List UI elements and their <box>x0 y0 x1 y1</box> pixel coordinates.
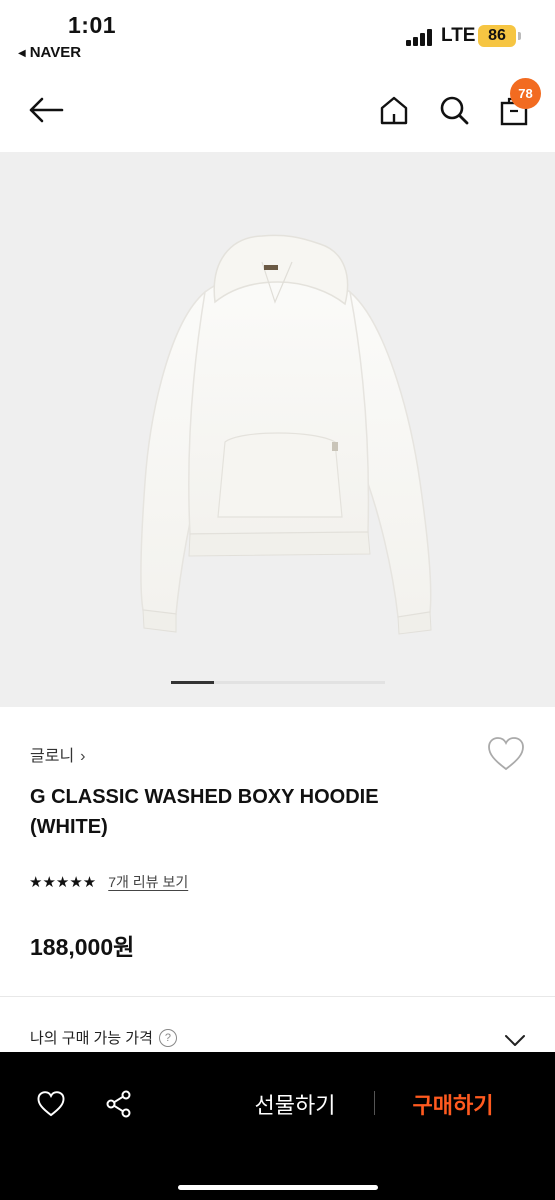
heart-icon <box>37 1091 65 1117</box>
wishlist-button[interactable] <box>486 735 526 773</box>
battery-tip <box>518 32 521 40</box>
share-icon <box>106 1090 131 1118</box>
product-name: G CLASSIC WASHED BOXY HOODIE (WHITE) <box>30 786 379 838</box>
buy-button[interactable]: 구매하기 <box>398 1088 508 1120</box>
home-icon <box>380 96 408 125</box>
arrow-left-icon <box>29 97 64 123</box>
my-price-label: 나의 구매 가능 가격 <box>30 1030 153 1047</box>
app-header <box>0 72 555 152</box>
cart-count-badge: 78 <box>510 78 541 109</box>
bottom-action-bar: 선물하기 구매하기 <box>0 1052 555 1200</box>
star-rating-icon: ★★★★★ <box>29 874 97 891</box>
battery-icon: 86 <box>478 25 516 47</box>
back-to-app-link[interactable]: ◀ NAVER <box>18 44 81 61</box>
search-icon <box>440 96 469 125</box>
back-app-label: NAVER <box>29 44 82 61</box>
expand-button[interactable] <box>503 1030 527 1050</box>
product-price: 188,000원 <box>30 934 135 960</box>
rating-row: ★★★★★ 7개 리뷰 보기 <box>29 871 188 893</box>
my-price-row[interactable]: 나의 구매 가능 가격 ? <box>30 1027 177 1048</box>
status-bar: 1:01 ◀ NAVER LTE 86 <box>0 0 555 72</box>
button-divider <box>374 1091 375 1115</box>
wish-button[interactable] <box>31 1084 71 1124</box>
heart-icon <box>488 737 524 771</box>
image-carousel-indicator <box>171 681 214 684</box>
status-time: 1:01 <box>68 12 117 38</box>
search-button[interactable] <box>434 90 474 130</box>
back-triangle-icon: ◀ <box>18 48 26 59</box>
hoodie-photo <box>140 234 432 635</box>
brand-name: 글로니 <box>30 748 75 765</box>
network-label: LTE <box>441 25 476 46</box>
section-divider <box>0 996 555 997</box>
help-icon[interactable]: ? <box>158 1028 177 1047</box>
share-button[interactable] <box>99 1084 139 1124</box>
brand-link[interactable]: 글로니 › <box>30 742 86 766</box>
chevron-right-icon: › <box>80 748 86 765</box>
gift-button[interactable]: 선물하기 <box>240 1088 350 1120</box>
product-image[interactable] <box>0 152 555 707</box>
review-link[interactable]: 7개 리뷰 보기 <box>108 872 188 892</box>
chevron-down-icon <box>505 1035 525 1046</box>
home-button[interactable] <box>374 90 414 130</box>
home-indicator[interactable] <box>178 1185 378 1190</box>
back-button[interactable] <box>26 90 66 130</box>
signal-icon <box>406 28 436 46</box>
